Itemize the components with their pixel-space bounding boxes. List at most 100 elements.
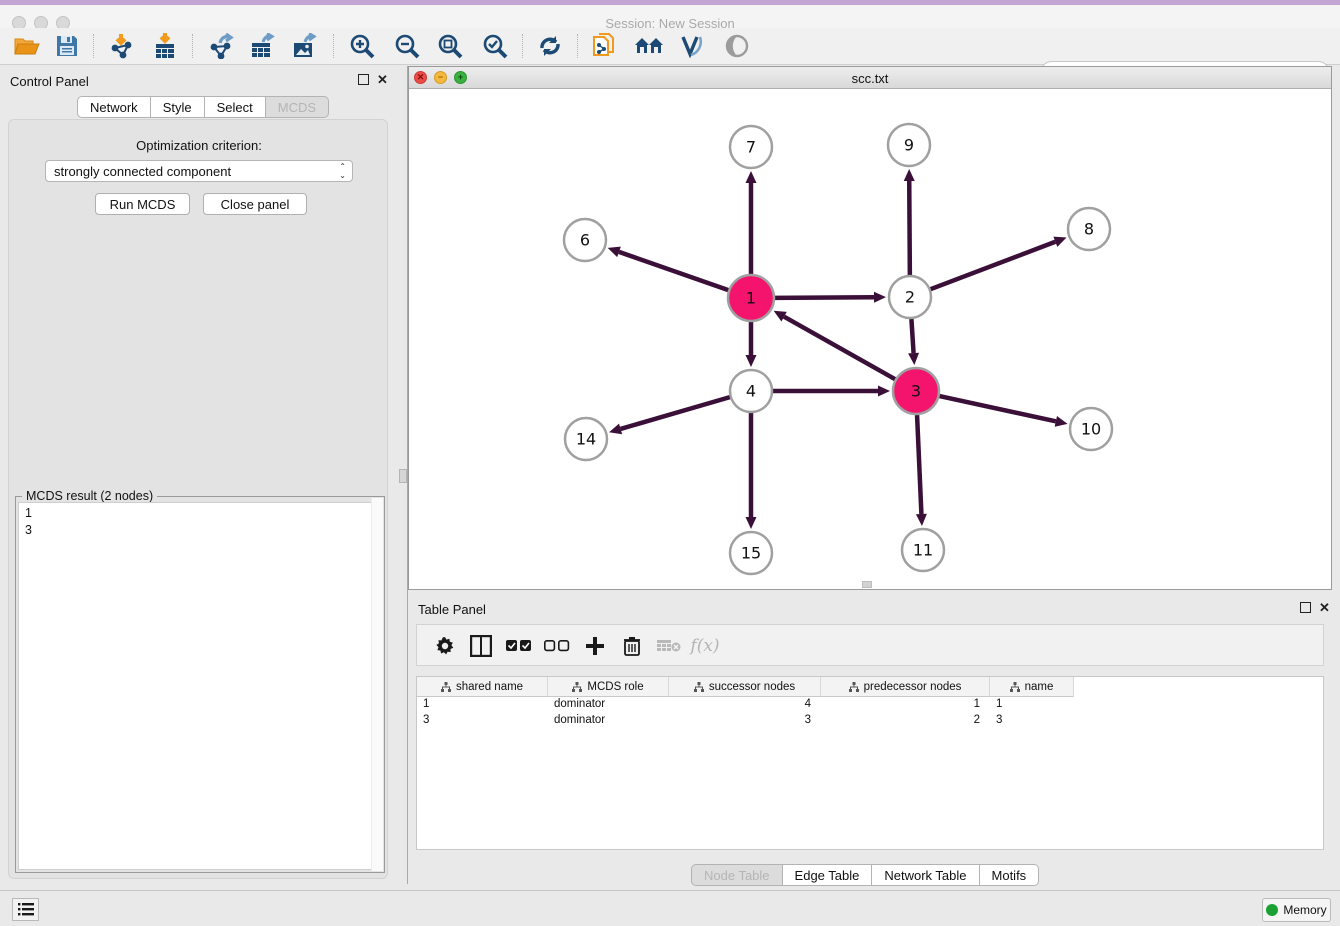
- network-title: scc.txt: [409, 71, 1331, 86]
- vertical-splitter[interactable]: [396, 66, 408, 884]
- criterion-select[interactable]: strongly connected component ⌃⌄: [45, 160, 353, 182]
- status-bar: Memory: [0, 890, 1340, 926]
- export-table-icon: [249, 33, 277, 59]
- table-cell[interactable]: 1: [821, 697, 990, 713]
- open-session-button[interactable]: [10, 31, 44, 61]
- graph-edge[interactable]: [939, 396, 1055, 421]
- graph-edge[interactable]: [621, 397, 730, 429]
- graph-edge[interactable]: [619, 252, 728, 290]
- mcds-result-list[interactable]: 1 3: [18, 502, 382, 870]
- show-columns-button[interactable]: [465, 630, 497, 662]
- zoom-selected-button[interactable]: [478, 31, 512, 61]
- graph-node-label: 14: [576, 430, 596, 449]
- column-header[interactable]: shared name: [417, 677, 548, 697]
- delete-column-button[interactable]: [653, 630, 685, 662]
- optimization-criterion-label: Optimization criterion:: [9, 138, 389, 153]
- mcds-result-title: MCDS result (2 nodes): [22, 489, 157, 503]
- tab-motifs[interactable]: Motifs: [980, 864, 1040, 886]
- network-canvas[interactable]: 1234678910111415: [409, 89, 1331, 589]
- table-cell[interactable]: 4: [669, 697, 821, 713]
- import-network-icon: [109, 33, 135, 59]
- column-header[interactable]: predecessor nodes: [821, 677, 990, 697]
- refresh-icon: [537, 34, 563, 58]
- table-toolbar: f(x): [416, 624, 1324, 666]
- graph-edge[interactable]: [931, 242, 1056, 289]
- deselect-all-button[interactable]: [541, 630, 573, 662]
- birds-eye-view-button[interactable]: [720, 31, 754, 61]
- import-table-button[interactable]: [148, 31, 182, 61]
- column-header-label: name: [1025, 681, 1054, 693]
- memory-button[interactable]: Memory: [1262, 898, 1331, 922]
- gear-icon: [435, 636, 455, 656]
- zoom-in-button[interactable]: [345, 31, 379, 61]
- tab-node-table[interactable]: Node Table: [691, 864, 783, 886]
- control-panel-title: Control Panel: [10, 74, 89, 89]
- graph-node-label: 9: [904, 136, 914, 155]
- toolbar-separator: [93, 34, 94, 58]
- column-header[interactable]: name: [990, 677, 1074, 697]
- unchecked-boxes-icon: [544, 640, 570, 652]
- tab-network-table[interactable]: Network Table: [872, 864, 979, 886]
- splitter-grip[interactable]: [399, 469, 407, 483]
- export-image-button[interactable]: [288, 31, 322, 61]
- refresh-view-button[interactable]: [533, 31, 567, 61]
- export-network-button[interactable]: [205, 31, 239, 61]
- table-tabs: Node Table Edge Table Network Table Moti…: [691, 864, 1039, 886]
- column-header-label: MCDS role: [587, 681, 643, 693]
- import-network-button[interactable]: [105, 31, 139, 61]
- session-from-network-button[interactable]: [588, 31, 622, 61]
- zoom-out-button[interactable]: [390, 31, 424, 61]
- add-row-button[interactable]: [579, 630, 611, 662]
- graph-node-label: 8: [1084, 220, 1094, 239]
- close-panel-button[interactable]: Close panel: [203, 193, 307, 215]
- table-cell[interactable]: 1: [990, 697, 1074, 713]
- graph-edge[interactable]: [917, 415, 921, 514]
- plus-icon: [585, 636, 605, 656]
- tab-style[interactable]: Style: [151, 96, 205, 118]
- open-folder-icon: [14, 35, 40, 57]
- trash-icon: [623, 636, 641, 656]
- graph-edge[interactable]: [784, 317, 895, 380]
- float-panel-icon[interactable]: [358, 74, 369, 85]
- delete-row-button[interactable]: [616, 630, 648, 662]
- table-cell[interactable]: dominator: [548, 713, 669, 729]
- column-header[interactable]: MCDS role: [548, 677, 669, 697]
- table-cell[interactable]: 3: [990, 713, 1074, 729]
- zoom-fit-button[interactable]: [433, 31, 467, 61]
- table-row[interactable]: 1dominator411: [417, 697, 1074, 713]
- column-header-label: predecessor nodes: [864, 681, 962, 693]
- select-all-button[interactable]: [503, 630, 535, 662]
- result-scrollbar[interactable]: [371, 498, 383, 871]
- column-header[interactable]: successor nodes: [669, 677, 821, 697]
- float-table-panel-icon[interactable]: [1300, 602, 1311, 613]
- close-table-panel-icon[interactable]: ✕: [1319, 602, 1330, 613]
- horizontal-splitter-grip[interactable]: [862, 581, 872, 588]
- network-titlebar[interactable]: ✕ − + scc.txt: [409, 67, 1331, 89]
- run-mcds-button[interactable]: Run MCDS: [95, 193, 190, 215]
- export-table-button[interactable]: [246, 31, 280, 61]
- graph-edge[interactable]: [909, 181, 910, 275]
- table-options-button[interactable]: [429, 630, 461, 662]
- tab-mcds[interactable]: MCDS: [266, 96, 329, 118]
- table-panel-title: Table Panel: [418, 602, 486, 617]
- tab-network[interactable]: Network: [77, 96, 151, 118]
- graph-edge[interactable]: [775, 297, 874, 298]
- table-cell[interactable]: 3: [669, 713, 821, 729]
- close-panel-icon[interactable]: ✕: [377, 74, 388, 85]
- show-log-button[interactable]: [12, 898, 39, 921]
- table-cell[interactable]: dominator: [548, 697, 669, 713]
- toolbar-separator: [333, 34, 334, 58]
- save-session-button[interactable]: [50, 31, 84, 61]
- graph-edge[interactable]: [911, 319, 913, 353]
- table-row[interactable]: 3dominator323: [417, 713, 1074, 729]
- graph-edge-arrowhead: [746, 355, 757, 367]
- home-button[interactable]: [632, 31, 666, 61]
- table-cell[interactable]: 1: [417, 697, 548, 713]
- function-builder-button[interactable]: f(x): [689, 630, 721, 662]
- tab-select[interactable]: Select: [205, 96, 266, 118]
- table-cell[interactable]: 2: [821, 713, 990, 729]
- main-titlebar: Session: New Session: [0, 5, 1340, 28]
- show-graphics-details-button[interactable]: [675, 31, 709, 61]
- table-cell[interactable]: 3: [417, 713, 548, 729]
- tab-edge-table[interactable]: Edge Table: [783, 864, 873, 886]
